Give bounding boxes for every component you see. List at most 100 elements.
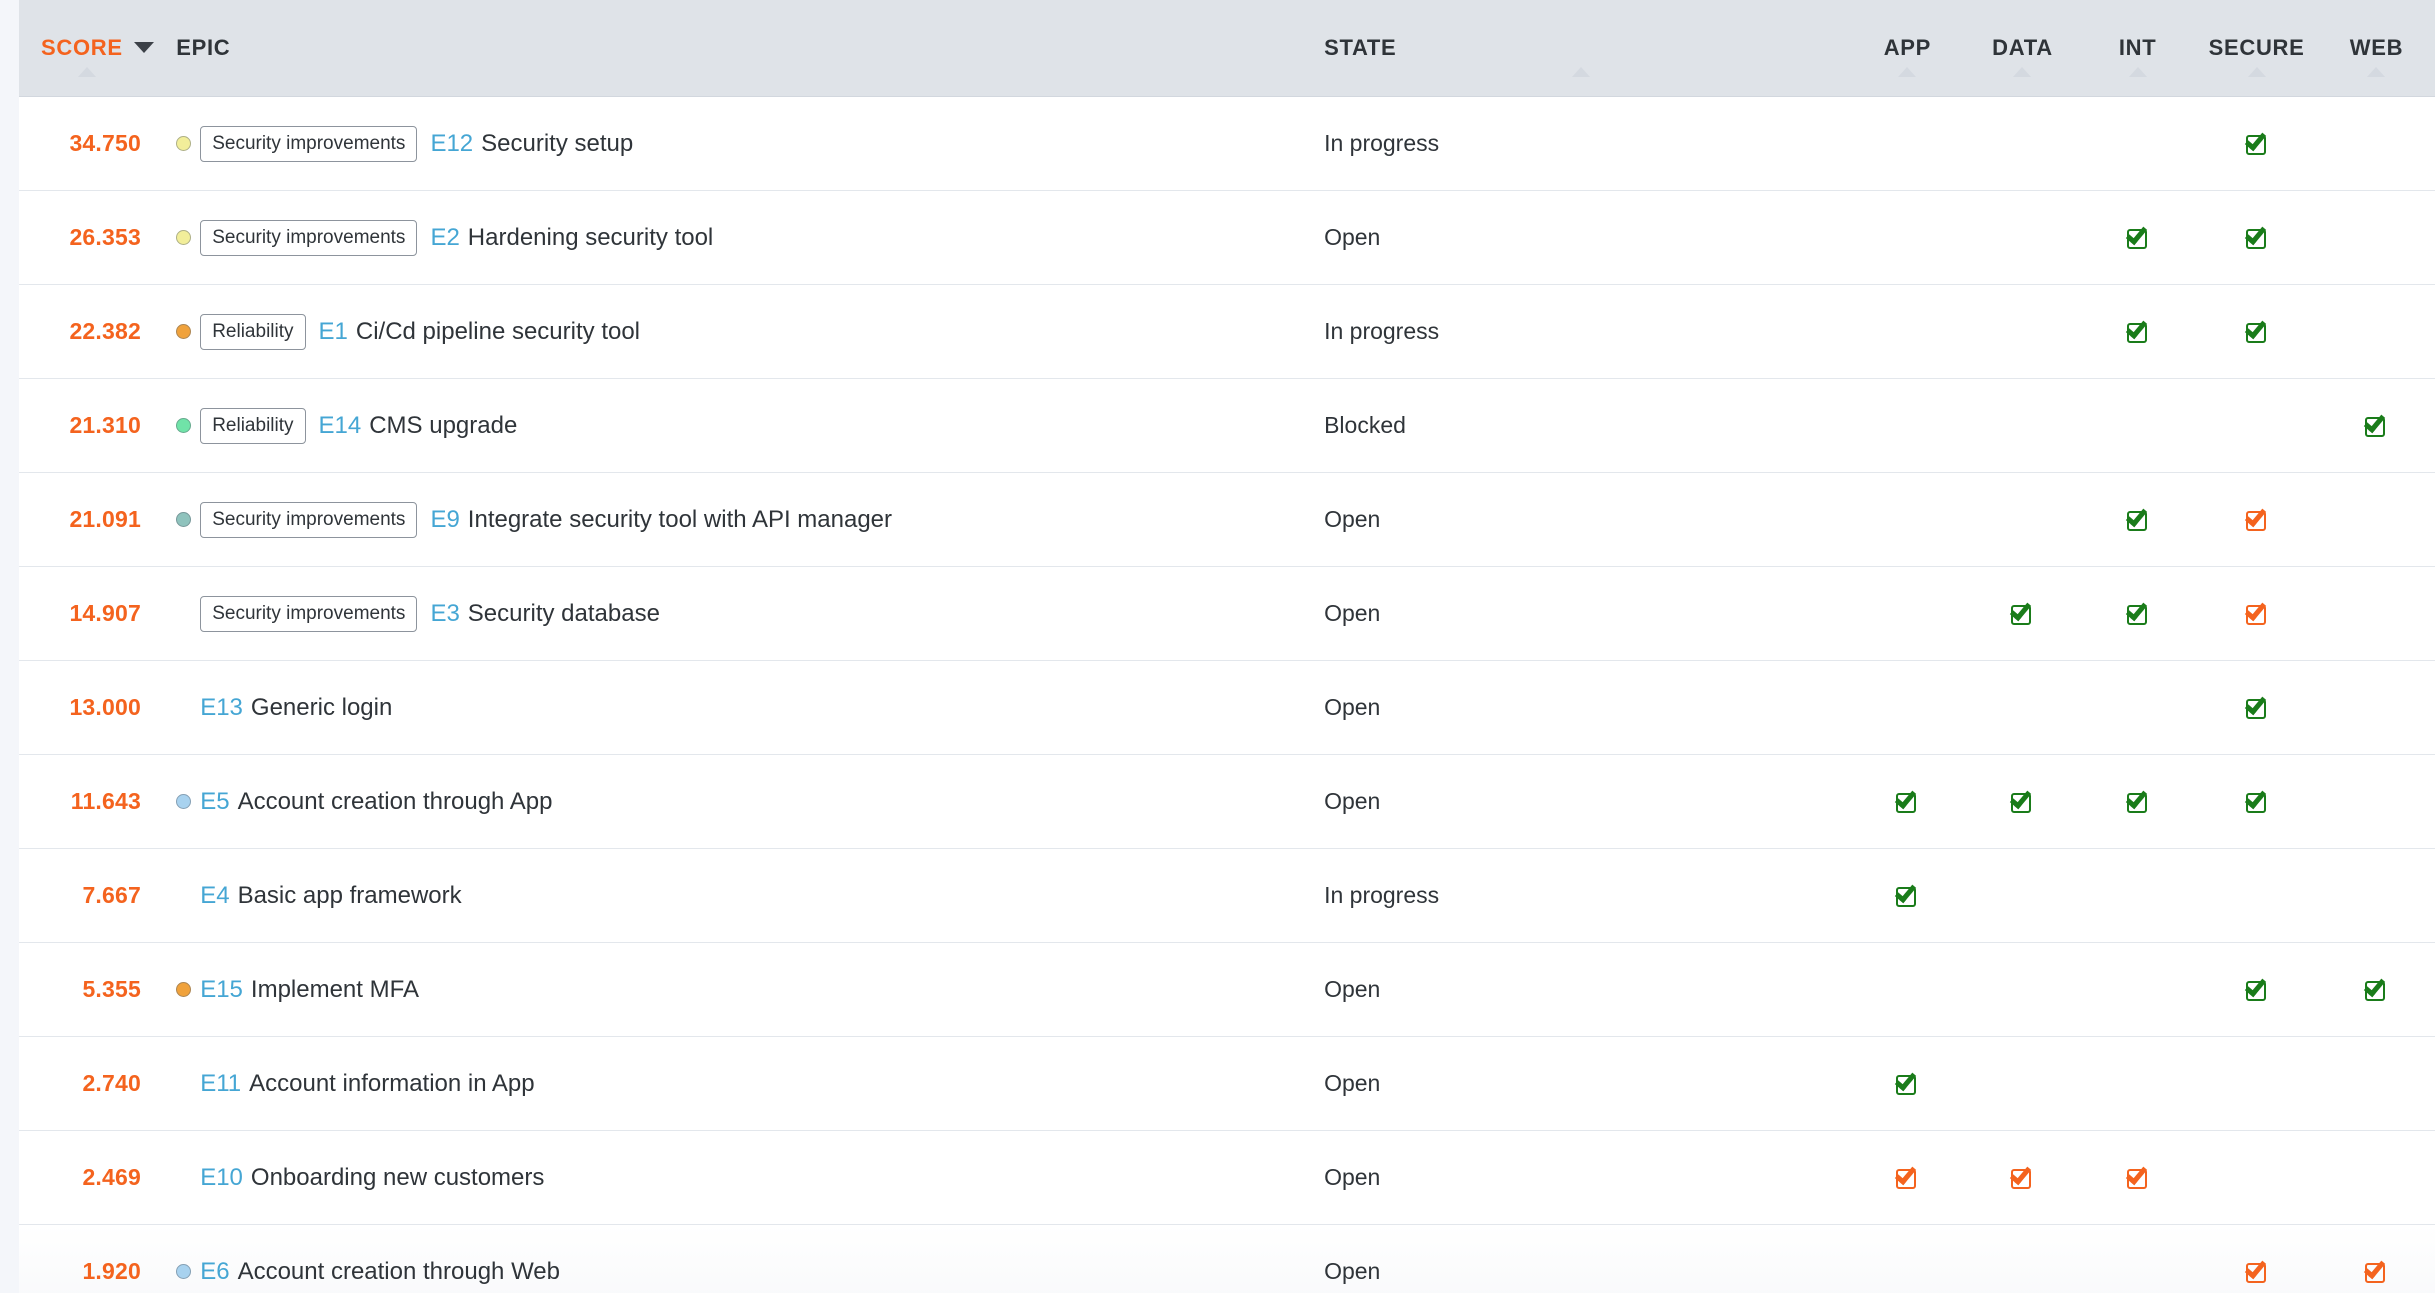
cell-int[interactable] <box>2080 1225 2195 1293</box>
checkbox-icon-app[interactable] <box>1895 786 1918 813</box>
epic-tag[interactable]: Security improvements <box>200 595 418 632</box>
cell-int[interactable] <box>2080 943 2195 1036</box>
checkbox-icon-data[interactable] <box>2010 598 2033 625</box>
cell-web[interactable] <box>2318 473 2435 566</box>
checkbox-icon-int[interactable] <box>2125 504 2149 531</box>
checkbox-icon-data[interactable] <box>2010 786 2033 813</box>
table-row[interactable]: 21.091 Security improvements E9 Integrat… <box>19 473 2435 567</box>
cell-web[interactable] <box>2318 285 2435 378</box>
epic-key-link[interactable]: E12 <box>430 130 473 158</box>
checkbox-icon-secure[interactable] <box>2244 1256 2268 1283</box>
cell-int[interactable] <box>2080 849 2195 942</box>
cell-secure[interactable] <box>2195 661 2318 754</box>
epic-tag[interactable]: Security improvements <box>200 219 418 256</box>
epic-key-link[interactable]: E6 <box>200 1258 229 1286</box>
checkbox-icon-int[interactable] <box>2125 598 2149 625</box>
cell-app[interactable] <box>1850 379 1965 472</box>
checkbox-icon-web[interactable] <box>2364 974 2387 1001</box>
cell-secure[interactable] <box>2195 379 2318 472</box>
cell-data[interactable] <box>1965 1225 2080 1293</box>
cell-web[interactable] <box>2318 1037 2435 1130</box>
cell-int[interactable] <box>2080 473 2195 566</box>
cell-app[interactable] <box>1850 1225 1965 1293</box>
epic-key-link[interactable]: E13 <box>200 694 243 722</box>
table-row[interactable]: 11.643 E5 Account creation through App O… <box>19 755 2435 849</box>
epic-tag[interactable]: Reliability <box>200 313 306 350</box>
cell-data[interactable] <box>1965 943 2080 1036</box>
cell-app[interactable] <box>1850 1131 1965 1224</box>
epic-key-link[interactable]: E15 <box>200 976 243 1004</box>
cell-data[interactable] <box>1965 567 2080 660</box>
cell-int[interactable] <box>2080 567 2195 660</box>
cell-int[interactable] <box>2080 97 2195 190</box>
cell-data[interactable] <box>1965 97 2080 190</box>
table-row[interactable]: 13.000 E13 Generic login Open <box>19 661 2435 755</box>
epic-key-link[interactable]: E11 <box>200 1070 241 1098</box>
cell-web[interactable] <box>2318 943 2435 1036</box>
cell-secure[interactable] <box>2195 567 2318 660</box>
epic-key-link[interactable]: E10 <box>200 1164 243 1192</box>
cell-app[interactable] <box>1850 661 1965 754</box>
cell-app[interactable] <box>1850 567 1965 660</box>
cell-secure[interactable] <box>2195 97 2318 190</box>
epic-key-link[interactable]: E14 <box>319 412 362 440</box>
cell-int[interactable] <box>2080 755 2195 848</box>
cell-data[interactable] <box>1965 755 2080 848</box>
table-row[interactable]: 1.920 E6 Account creation through Web Op… <box>19 1225 2435 1293</box>
cell-data[interactable] <box>1965 285 2080 378</box>
table-row[interactable]: 14.907 Security improvements E3 Security… <box>19 567 2435 661</box>
table-row[interactable]: 21.310 Reliability E14 CMS upgrade Block… <box>19 379 2435 473</box>
table-row[interactable]: 26.353 Security improvements E2 Hardenin… <box>19 191 2435 285</box>
checkbox-icon-secure[interactable] <box>2244 692 2268 719</box>
cell-web[interactable] <box>2318 849 2435 942</box>
cell-data[interactable] <box>1965 191 2080 284</box>
cell-secure[interactable] <box>2195 285 2318 378</box>
table-row[interactable]: 5.355 E15 Implement MFA Open <box>19 943 2435 1037</box>
epic-key-link[interactable]: E9 <box>430 506 459 534</box>
cell-int[interactable] <box>2080 285 2195 378</box>
checkbox-icon-secure[interactable] <box>2244 504 2268 531</box>
epic-key-link[interactable]: E5 <box>200 788 229 816</box>
cell-web[interactable] <box>2318 755 2435 848</box>
cell-web[interactable] <box>2318 97 2435 190</box>
epic-tag[interactable]: Reliability <box>200 407 306 444</box>
cell-app[interactable] <box>1850 285 1965 378</box>
column-header-web[interactable]: WEB <box>2318 35 2435 77</box>
epic-tag[interactable]: Security improvements <box>200 501 418 538</box>
cell-app[interactable] <box>1850 1037 1965 1130</box>
cell-data[interactable] <box>1965 1037 2080 1130</box>
column-header-score[interactable]: SCORE <box>19 35 154 77</box>
cell-secure[interactable] <box>2195 849 2318 942</box>
epic-key-link[interactable]: E1 <box>319 318 348 346</box>
column-header-secure[interactable]: SECURE <box>2195 35 2318 77</box>
table-row[interactable]: 7.667 E4 Basic app framework In progress <box>19 849 2435 943</box>
checkbox-icon-int[interactable] <box>2125 786 2149 813</box>
table-row[interactable]: 2.469 E10 Onboarding new customers Open <box>19 1131 2435 1225</box>
cell-secure[interactable] <box>2195 755 2318 848</box>
table-row[interactable]: 2.740 E11 Account information in App Ope… <box>19 1037 2435 1131</box>
epic-key-link[interactable]: E3 <box>430 600 459 628</box>
checkbox-icon-int[interactable] <box>2125 316 2149 343</box>
cell-int[interactable] <box>2080 1037 2195 1130</box>
cell-data[interactable] <box>1965 1131 2080 1224</box>
cell-web[interactable] <box>2318 379 2435 472</box>
checkbox-icon-int[interactable] <box>2125 1162 2149 1189</box>
column-header-state[interactable]: STATE <box>1312 35 1850 77</box>
column-header-int[interactable]: INT <box>2080 35 2195 77</box>
cell-web[interactable] <box>2318 661 2435 754</box>
cell-secure[interactable] <box>2195 191 2318 284</box>
cell-app[interactable] <box>1850 191 1965 284</box>
cell-web[interactable] <box>2318 1225 2435 1293</box>
cell-web[interactable] <box>2318 191 2435 284</box>
cell-web[interactable] <box>2318 567 2435 660</box>
cell-app[interactable] <box>1850 473 1965 566</box>
column-header-epic[interactable]: EPIC <box>154 35 1312 61</box>
checkbox-icon-secure[interactable] <box>2244 786 2268 813</box>
cell-app[interactable] <box>1850 943 1965 1036</box>
cell-data[interactable] <box>1965 849 2080 942</box>
column-header-data[interactable]: DATA <box>1965 35 2080 77</box>
table-row[interactable]: 34.750 Security improvements E12 Securit… <box>19 97 2435 191</box>
column-header-app[interactable]: APP <box>1850 35 1965 77</box>
cell-int[interactable] <box>2080 191 2195 284</box>
checkbox-icon-web[interactable] <box>2364 410 2387 437</box>
